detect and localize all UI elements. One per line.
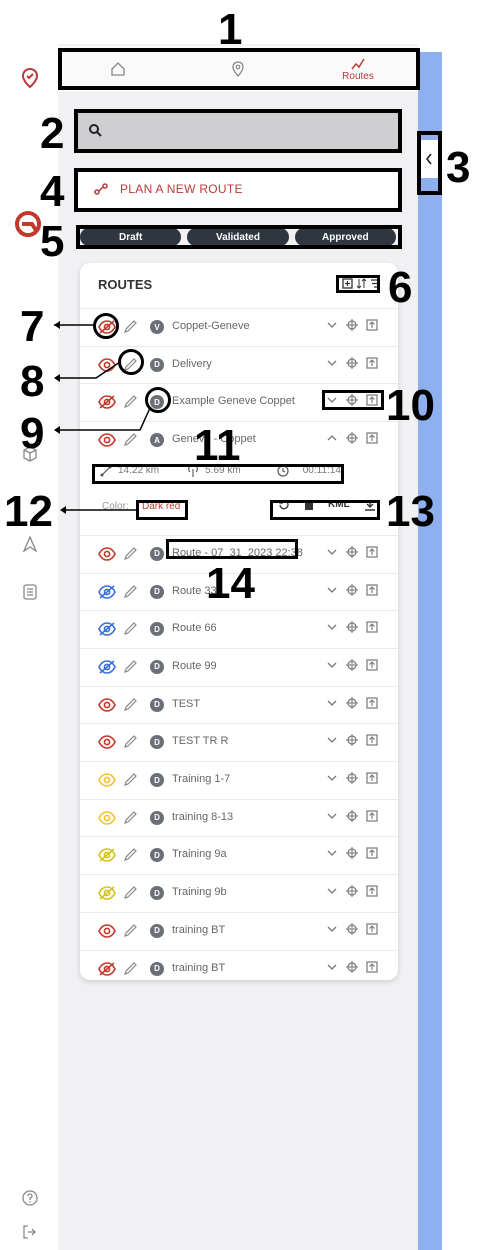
- annotation-number-1: 1: [218, 5, 243, 54]
- annotation-number-13: 13: [386, 487, 435, 536]
- annotation-number-8: 8: [20, 357, 45, 406]
- annotation-number-14: 14: [206, 559, 255, 608]
- annotation-number-7: 7: [20, 302, 45, 351]
- annotation-number-4: 4: [40, 167, 65, 216]
- annotation-number-12: 12: [4, 487, 53, 536]
- annotation-number-11: 11: [194, 421, 241, 470]
- annotation-number-9: 9: [20, 409, 45, 458]
- annotation-leaders: [54, 321, 151, 514]
- annotation-number-3: 3: [446, 143, 471, 192]
- annotation-number-6: 6: [388, 263, 413, 312]
- annotation-number-10: 10: [386, 381, 435, 430]
- annotation-number-5: 5: [40, 217, 65, 266]
- annotation-number-2: 2: [40, 109, 65, 158]
